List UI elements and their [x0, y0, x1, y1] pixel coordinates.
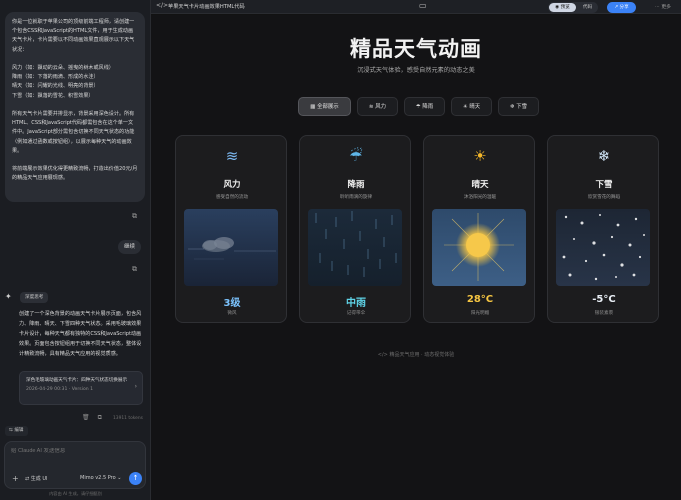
card-name: 降雨 — [347, 180, 365, 190]
card-note: 阳光明媚 — [470, 311, 490, 316]
weather-card-wind[interactable]: ≋ 风力 感受自然的流动 3级 微风 — [175, 135, 287, 323]
card-value: 中雨 — [346, 298, 366, 309]
footer-label: 精品天气应用 · 动态视觉体验 — [389, 352, 455, 358]
filter-label: 下雪 — [516, 104, 528, 110]
card-desc: 感受自然的流动 — [215, 195, 249, 200]
card-name: 晴天 — [471, 180, 489, 190]
copy-icon[interactable]: ⧉ — [98, 414, 102, 421]
card-value: 28°C — [466, 294, 494, 305]
filter-all[interactable]: ▦ 全部展示 — [298, 97, 351, 116]
filter-label: 降雨 — [422, 104, 434, 110]
preview-footer: </> 精品天气应用 · 动态视觉体验 — [377, 352, 455, 358]
view-toggle: ◉ 预览 代码 — [548, 1, 598, 13]
assistant-reply: 创建了一个深色背景的动画天气卡片展示页面，包含风力、降雨、晴天、下雪四种天气状态… — [19, 311, 142, 357]
snow-scene — [556, 209, 650, 286]
more-label: 更多 — [661, 5, 671, 10]
code-icon: </> — [156, 2, 169, 9]
add-icon[interactable]: + — [12, 474, 19, 483]
delete-icon[interactable]: 🗑 — [82, 414, 90, 421]
copy-icon[interactable]: ⧉ — [132, 212, 137, 221]
filter-label: 晴天 — [469, 104, 481, 110]
filter-label: 全部展示 — [317, 104, 339, 110]
filter-snow[interactable]: ❄ 下雪 — [498, 97, 539, 116]
rain-icon: ☔ — [349, 147, 363, 165]
filter-wind[interactable]: ≋ 风力 — [357, 97, 398, 116]
chat-panel: 你是一位就职于苹果公司的顶级前端工程师，请创建一个包含CSS和JavaScrip… — [0, 0, 151, 500]
more-button[interactable]: ⋯ 更多 — [655, 3, 671, 10]
page-subtitle: 沉浸式天气体验，感受自然元素的动态之美 — [357, 67, 475, 74]
share-label: 分享 — [619, 4, 629, 10]
wind-icon: ≋ — [225, 147, 239, 165]
card-name: 下雪 — [595, 180, 613, 190]
artifact-toolbar: </> 苹果天气卡片动画效果HTML代码 ▭ ◉ 预览 代码 ↗ 分享 ⋯ 更多 — [151, 0, 681, 14]
card-note: 记得带伞 — [346, 311, 366, 316]
generate-ui-label: 生成 UI — [30, 476, 48, 482]
continue-message: 继续 — [118, 240, 142, 254]
wind-scene — [184, 209, 278, 286]
message-composer: + ⇄ 生成 UI Mimo v2.5 Pro ⌄ ↑ — [4, 441, 146, 489]
filter-label: 风力 — [375, 104, 387, 110]
artifact-title: 深色毛玻璃动画天气卡片：四种天气状态切换展示 — [26, 378, 128, 383]
card-note: 微风 — [227, 311, 237, 316]
preview-label: 预览 — [560, 4, 570, 10]
copy-icon[interactable]: ⧉ — [132, 265, 137, 274]
edit-button[interactable]: ⇆ 编辑 — [5, 426, 28, 436]
artifact-name: 苹果天气卡片动画效果HTML代码 — [168, 4, 245, 10]
model-label: Mimo v2.5 Pro — [80, 475, 116, 481]
message-input[interactable] — [11, 448, 131, 454]
artifact-date: 2026-04-29 00:31 · Version 1 — [26, 387, 94, 392]
card-desc: 聆听雨滴的旋律 — [339, 195, 373, 200]
deep-think-chip[interactable]: 深度思考 — [20, 292, 49, 303]
artifact-card[interactable]: 深色毛玻璃动画天气卡片：四种天气状态切换展示 2026-04-29 00:31 … — [19, 371, 143, 405]
card-desc: 沐浴阳光的温暖 — [463, 195, 497, 200]
disclaimer: 内容由 AI 生成，请仔细甄别 — [49, 491, 102, 496]
card-value: -5°C — [592, 294, 616, 305]
page-title: 精品天气动画 — [350, 37, 482, 61]
token-count: 13911 tokens — [113, 416, 143, 421]
weather-card-rain[interactable]: ☔ 降雨 聆听雨滴的旋律 中雨 记得带伞 — [299, 135, 411, 323]
filter-rain[interactable]: ☂ 降雨 — [404, 97, 445, 116]
rain-scene — [308, 209, 402, 286]
card-note: 银装素裹 — [594, 311, 614, 316]
snowflake-icon: ❄ — [597, 147, 611, 165]
filter-sunny[interactable]: ☀ 晴天 — [451, 97, 492, 116]
edit-label: 编辑 — [14, 428, 24, 433]
send-button[interactable]: ↑ — [129, 472, 142, 485]
share-button[interactable]: ↗ 分享 — [607, 1, 636, 13]
sparkle-icon: ✦ — [5, 292, 12, 301]
user-message: 你是一位就职于苹果公司的顶级前端工程师，请创建一个包含CSS和JavaScrip… — [5, 12, 145, 202]
weather-card-sunny[interactable]: ☀ 晴天 沐浴阳光的温暖 28°C 阳光明媚 — [423, 135, 535, 323]
weather-card-snow[interactable]: ❄ 下雪 欣赏雪花的舞蹈 -5°C 银装素裹 — [547, 135, 659, 323]
preview-tab[interactable]: ◉ 预览 — [549, 2, 576, 12]
model-selector[interactable]: Mimo v2.5 Pro ⌄ — [80, 475, 121, 481]
card-name: 风力 — [223, 180, 241, 190]
sun-icon: ☀ — [473, 147, 487, 165]
card-desc: 欣赏雪花的舞蹈 — [587, 195, 621, 200]
card-value: 3级 — [223, 298, 241, 309]
generate-ui-button[interactable]: ⇄ 生成 UI — [25, 475, 48, 482]
sunny-scene — [432, 209, 526, 286]
message-actions: 🗑 ⧉ — [82, 414, 110, 422]
chevron-right-icon: › — [134, 383, 137, 390]
device-icon[interactable]: ▭ — [419, 1, 427, 10]
preview-area: 精品天气动画 沉浸式天气体验，感受自然元素的动态之美 ▦ 全部展示 ≋ 风力 ☂… — [151, 15, 681, 500]
code-tab[interactable]: 代码 — [578, 3, 597, 12]
